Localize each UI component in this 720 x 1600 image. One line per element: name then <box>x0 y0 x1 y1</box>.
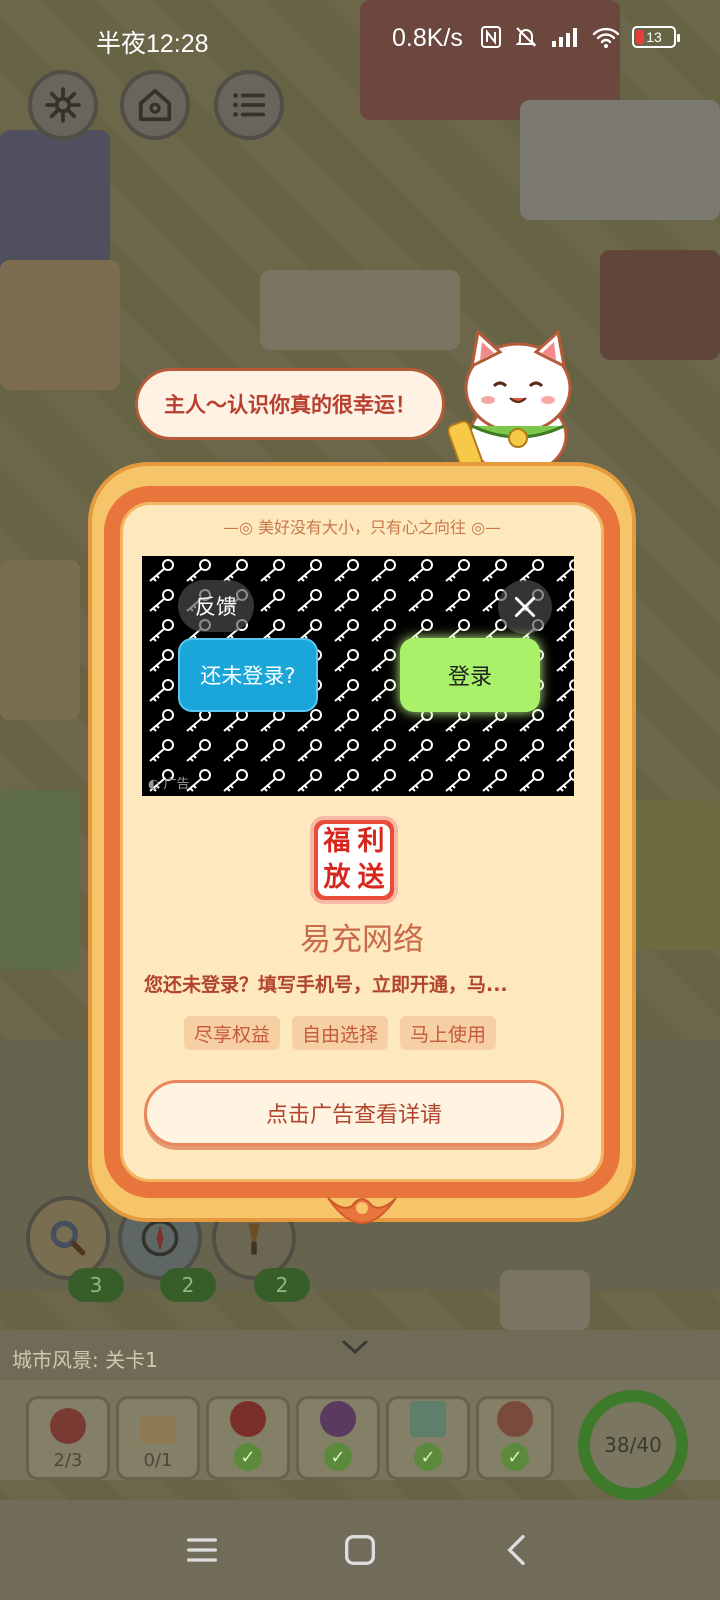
motto-text: 美好没有大小，只有心之向往 <box>257 518 466 537</box>
close-icon <box>514 596 536 618</box>
bell-muted-icon <box>515 27 537 47</box>
target-item-envelope: 0/1 <box>116 1396 200 1480</box>
lucky-cat-icon <box>448 329 572 476</box>
menu-nav-icon[interactable] <box>182 1530 222 1570</box>
envelope-icon <box>140 1416 176 1444</box>
status-time: 半夜12:28 <box>96 30 209 58</box>
speech-bubble-text: 主人～认识你真的很幸运！ <box>164 393 416 417</box>
ornament-left: —◎ <box>222 518 258 537</box>
cloud-ornament-icon <box>327 1197 397 1224</box>
app-name: 易充网络 <box>300 922 424 958</box>
app-icon-text: 福 利 放 送 <box>318 824 390 896</box>
ornament-right: ◎— <box>466 518 502 537</box>
tag: 尽享权益 <box>184 1016 281 1050</box>
not-logged-in-button[interactable]: 还未登录? <box>178 638 318 712</box>
app-icon-char: 福 <box>323 826 351 857</box>
login-label: 登录 <box>447 665 492 690</box>
nfc-icon <box>481 26 501 48</box>
check-icon: ✓ <box>234 1443 262 1471</box>
tag: 自由选择 <box>292 1016 389 1050</box>
target-item-eggplant: ✓ <box>296 1396 380 1480</box>
system-nav-bar <box>0 1500 720 1600</box>
status-bar: 半夜12:28 0.8K/s 13 <box>0 0 720 80</box>
speech-bubble: 主人～认识你真的很幸运！ <box>135 368 445 440</box>
dialog-motto: —◎ 美好没有大小，只有心之向往 ◎— <box>88 514 636 538</box>
meat-icon <box>497 1401 533 1437</box>
app-icon-char: 利 <box>357 826 385 857</box>
check-icon: ✓ <box>414 1443 442 1471</box>
ad-close-button[interactable] <box>498 580 552 634</box>
battery-indicator: 13 <box>632 26 680 48</box>
target-item-meat: ✓ <box>476 1396 554 1480</box>
target-item-strawberry: 2/3 <box>26 1396 110 1480</box>
eggplant-icon <box>320 1401 356 1437</box>
chevron-down-icon[interactable] <box>338 1336 372 1358</box>
check-icon: ✓ <box>501 1443 529 1471</box>
feedback-label: 反馈 <box>195 595 237 619</box>
feedback-button[interactable]: 反馈 <box>178 580 254 632</box>
progress-ring: 38/40 <box>578 1390 688 1500</box>
tag: 马上使用 <box>400 1016 497 1050</box>
ad-dialog: —◎ 美好没有大小，只有心之向往 ◎— 反馈 还未登录? 登录 ◐ 广告 福 利… <box>88 462 636 1224</box>
status-icons: 13 <box>480 25 680 49</box>
view-ad-details-button[interactable]: 点击广告查看详请 <box>144 1080 564 1146</box>
signal-icon <box>552 28 577 47</box>
item-count: 0/1 <box>143 1450 173 1471</box>
app-icon-char: 送 <box>357 862 385 893</box>
app-icon-char: 放 <box>323 862 351 893</box>
ad-marker: ◐ 广告 <box>148 773 190 792</box>
ad-banner[interactable]: 反馈 还未登录? 登录 ◐ 广告 <box>142 556 574 796</box>
app-description: 您还未登录？填写手机号，立即开通，马... <box>144 974 508 996</box>
ad-logo-icon: ◐ <box>148 777 164 792</box>
cta-label: 点击广告查看详请 <box>265 1103 442 1128</box>
home-nav-icon[interactable] <box>340 1530 380 1570</box>
ad-marker-text: 广告 <box>163 777 190 792</box>
tag-list: 尽享权益 自由选择 马上使用 <box>184 1016 497 1050</box>
not-logged-in-label: 还未登录? <box>200 664 296 688</box>
login-button[interactable]: 登录 <box>400 638 540 712</box>
app-icon[interactable]: 福 利 放 送 <box>310 816 398 904</box>
progress-text: 38/40 <box>604 1433 662 1457</box>
target-item-ladybug: ✓ <box>206 1396 290 1480</box>
level-bar: 城市风景: 关卡1 <box>0 1330 720 1380</box>
back-nav-icon[interactable] <box>498 1530 538 1570</box>
target-item-milk-box: ✓ <box>386 1396 470 1480</box>
ladybug-icon <box>230 1401 266 1437</box>
level-label: 城市风景: 关卡1 <box>12 1348 158 1372</box>
strawberry-icon <box>50 1408 86 1444</box>
item-count: 2/3 <box>53 1450 83 1471</box>
check-icon: ✓ <box>324 1443 352 1471</box>
milk-box-icon <box>410 1401 446 1437</box>
wifi-icon <box>592 27 620 48</box>
network-speed: 0.8K/s <box>392 24 463 52</box>
